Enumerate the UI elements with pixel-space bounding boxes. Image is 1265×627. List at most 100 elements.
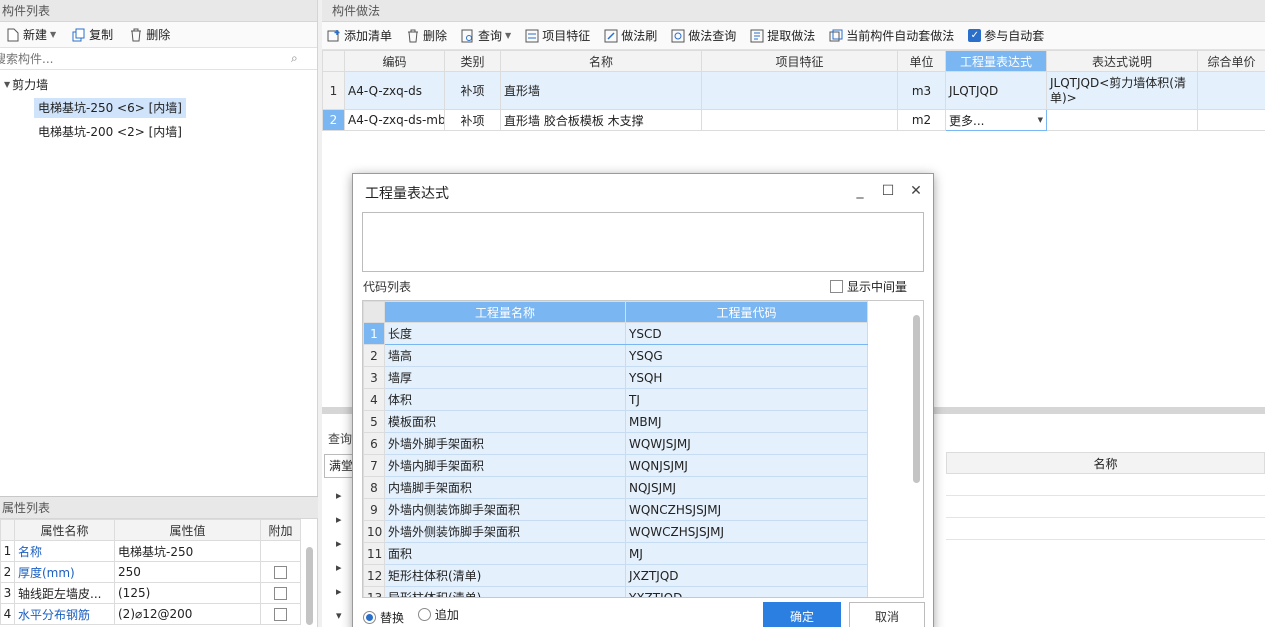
- expand-arrow-icon[interactable]: ▸: [336, 484, 342, 508]
- show-intermediate-checkbox[interactable]: 显示中间量: [829, 278, 907, 295]
- table-row[interactable]: 1 A4-Q-zxq-ds 补项 直形墙 m3 JLQTJQD JLQTJQD<…: [322, 71, 1265, 110]
- extra-checkbox[interactable]: [274, 587, 287, 600]
- dialog-titlebar[interactable]: 工程量表达式 _ ☐ ✕: [353, 174, 933, 212]
- table-row[interactable]: 3 轴线距左墙皮... (125): [0, 582, 301, 604]
- search-icon[interactable]: ⌕: [291, 51, 298, 66]
- code-list-scrollbar[interactable]: [913, 315, 920, 483]
- quantity-code-cell[interactable]: WQWCZHSJSJMJ: [625, 520, 868, 543]
- table-row[interactable]: 2 厚度(mm) 250: [0, 561, 301, 583]
- method-brush-button[interactable]: 做法刷: [599, 25, 662, 47]
- col-header-unit-price[interactable]: 综合单价: [1197, 50, 1265, 72]
- expand-arrow-icon[interactable]: ▸: [336, 556, 342, 580]
- quantity-name-cell[interactable]: 墙厚: [384, 366, 626, 389]
- cancel-button[interactable]: 取消: [849, 602, 925, 627]
- quantity-code-cell[interactable]: MJ: [625, 542, 868, 565]
- list-item[interactable]: 2 墙高 YSQG: [363, 344, 868, 367]
- extra-checkbox[interactable]: [274, 566, 287, 579]
- col-header-unit[interactable]: 单位: [897, 50, 946, 72]
- quantity-name-cell[interactable]: 矩形柱体积(清单): [384, 564, 626, 587]
- copy-button[interactable]: 复制: [66, 24, 119, 46]
- quantity-name-cell[interactable]: 面积: [384, 542, 626, 565]
- radio-replace[interactable]: 替换: [363, 609, 404, 626]
- list-item[interactable]: 1 长度 YSCD: [363, 322, 868, 345]
- quantity-name-cell[interactable]: 墙高: [384, 344, 626, 367]
- list-item[interactable]: 12 矩形柱体积(清单) JXZTJQD: [363, 564, 868, 587]
- table-row[interactable]: 2 A4-Q-zxq-ds-mb 补项 直形墙 胶合板模板 木支撑 m2 更多.…: [322, 109, 1265, 131]
- quantity-code-cell[interactable]: YSCD: [625, 322, 868, 345]
- component-search-input[interactable]: [0, 48, 289, 69]
- checkbox-checked-icon[interactable]: ✓: [968, 29, 982, 42]
- dropdown-arrow-icon[interactable]: ▼: [1038, 116, 1043, 124]
- collapse-arrow-icon[interactable]: ▾: [336, 604, 342, 627]
- list-item[interactable]: 8 内墙脚手架面积 NQJSJMJ: [363, 476, 868, 499]
- add-list-button[interactable]: 添加清单: [322, 25, 397, 47]
- list-item[interactable]: 13 异形柱体积(清单) YXZTJQD: [363, 586, 868, 597]
- new-button[interactable]: 新建 ▼: [0, 24, 62, 46]
- expression-input[interactable]: [362, 212, 924, 272]
- tree-root-shear-wall[interactable]: ▼ 剪力墙: [0, 72, 317, 96]
- col-header-feature[interactable]: 项目特征: [701, 50, 898, 72]
- quantity-name-cell[interactable]: 外墙外侧装饰脚手架面积: [384, 520, 626, 543]
- quantity-name-cell[interactable]: 体积: [384, 388, 626, 411]
- minimize-icon[interactable]: _: [853, 183, 867, 199]
- quantity-name-cell[interactable]: 内墙脚手架面积: [384, 476, 626, 499]
- tree-item[interactable]: 电梯基坑-200 <2> [内墙]: [0, 120, 317, 144]
- maximize-icon[interactable]: ☐: [881, 183, 895, 199]
- quantity-code-cell[interactable]: WQNJSJMJ: [625, 454, 868, 477]
- list-item[interactable]: 10 外墙外侧装饰脚手架面积 WQWCZHSJSJMJ: [363, 520, 868, 543]
- table-row[interactable]: 1 名称 电梯基坑-250: [0, 540, 301, 562]
- col-header-quantity-name[interactable]: 工程量名称: [384, 301, 626, 323]
- collapse-arrow-icon[interactable]: ▼: [4, 80, 10, 89]
- expand-arrow-icon[interactable]: ▸: [336, 580, 342, 604]
- col-header-type[interactable]: 类别: [444, 50, 501, 72]
- participate-auto-checkbox[interactable]: ✓ 参与自动套: [963, 25, 1049, 47]
- quantity-name-cell[interactable]: 外墙外脚手架面积: [384, 432, 626, 455]
- extra-checkbox[interactable]: [274, 608, 287, 621]
- quantity-name-cell[interactable]: 长度: [384, 322, 626, 345]
- list-item[interactable]: 7 外墙内脚手架面积 WQNJSJMJ: [363, 454, 868, 477]
- checkbox-unchecked-icon[interactable]: [829, 280, 843, 293]
- list-item[interactable]: 9 外墙内侧装饰脚手架面积 WQNCZHSJSJMJ: [363, 498, 868, 521]
- list-item[interactable]: 3 墙厚 YSQH: [363, 366, 868, 389]
- quantity-code-cell[interactable]: MBMJ: [625, 410, 868, 433]
- list-item[interactable]: 6 外墙外脚手架面积 WQWJSJMJ: [363, 432, 868, 455]
- tree-item[interactable]: 电梯基坑-250 <6> [内墙]: [0, 96, 317, 120]
- quantity-code-cell[interactable]: YSQH: [625, 366, 868, 389]
- list-item[interactable]: 4 体积 TJ: [363, 388, 868, 411]
- col-header-expression[interactable]: 工程量表达式: [945, 50, 1047, 72]
- quantity-code-cell[interactable]: YXZTJQD: [625, 586, 868, 597]
- quantity-code-cell[interactable]: NQJSJMJ: [625, 476, 868, 499]
- quantity-code-cell[interactable]: WQWJSJMJ: [625, 432, 868, 455]
- quantity-name-cell[interactable]: 外墙内侧装饰脚手架面积: [384, 498, 626, 521]
- quantity-name-cell[interactable]: 模板面积: [384, 410, 626, 433]
- extract-method-button[interactable]: 提取做法: [745, 25, 820, 47]
- expand-arrow-icon[interactable]: ▸: [336, 508, 342, 532]
- expression-combo[interactable]: 更多... ▼: [945, 109, 1047, 131]
- quantity-name-cell[interactable]: 异形柱体积(清单): [384, 586, 626, 597]
- col-header-code[interactable]: 编码: [344, 50, 445, 72]
- col-header-expr-desc[interactable]: 表达式说明: [1046, 50, 1198, 72]
- delete-method-button[interactable]: 删除: [401, 25, 452, 47]
- item-feature-button[interactable]: 项目特征: [520, 25, 595, 47]
- query-button[interactable]: 查询 ▼: [456, 25, 516, 47]
- close-icon[interactable]: ✕: [909, 183, 923, 199]
- auto-apply-button[interactable]: 当前构件自动套做法: [824, 25, 959, 47]
- delete-button[interactable]: 删除: [123, 24, 176, 46]
- quantity-code-cell[interactable]: YSQG: [625, 344, 868, 367]
- expand-arrow-icon[interactable]: ▸: [336, 532, 342, 556]
- quantity-name-cell[interactable]: 外墙内脚手架面积: [384, 454, 626, 477]
- query-row[interactable]: [946, 518, 1265, 540]
- list-item[interactable]: 5 模板面积 MBMJ: [363, 410, 868, 433]
- quantity-code-cell[interactable]: TJ: [625, 388, 868, 411]
- quantity-code-cell[interactable]: WQNCZHSJSJMJ: [625, 498, 868, 521]
- method-query-button[interactable]: 做法查询: [666, 25, 741, 47]
- table-row[interactable]: 4 水平分布钢筋 (2)⌀12@200: [0, 603, 301, 625]
- query-row[interactable]: [946, 474, 1265, 496]
- ok-button[interactable]: 确定: [763, 602, 841, 627]
- query-row[interactable]: [946, 496, 1265, 518]
- quantity-code-cell[interactable]: JXZTJQD: [625, 564, 868, 587]
- col-header-quantity-code[interactable]: 工程量代码: [625, 301, 868, 323]
- col-header-name[interactable]: 名称: [500, 50, 702, 72]
- radio-append[interactable]: 追加: [417, 606, 459, 623]
- prop-scrollbar[interactable]: [306, 547, 313, 625]
